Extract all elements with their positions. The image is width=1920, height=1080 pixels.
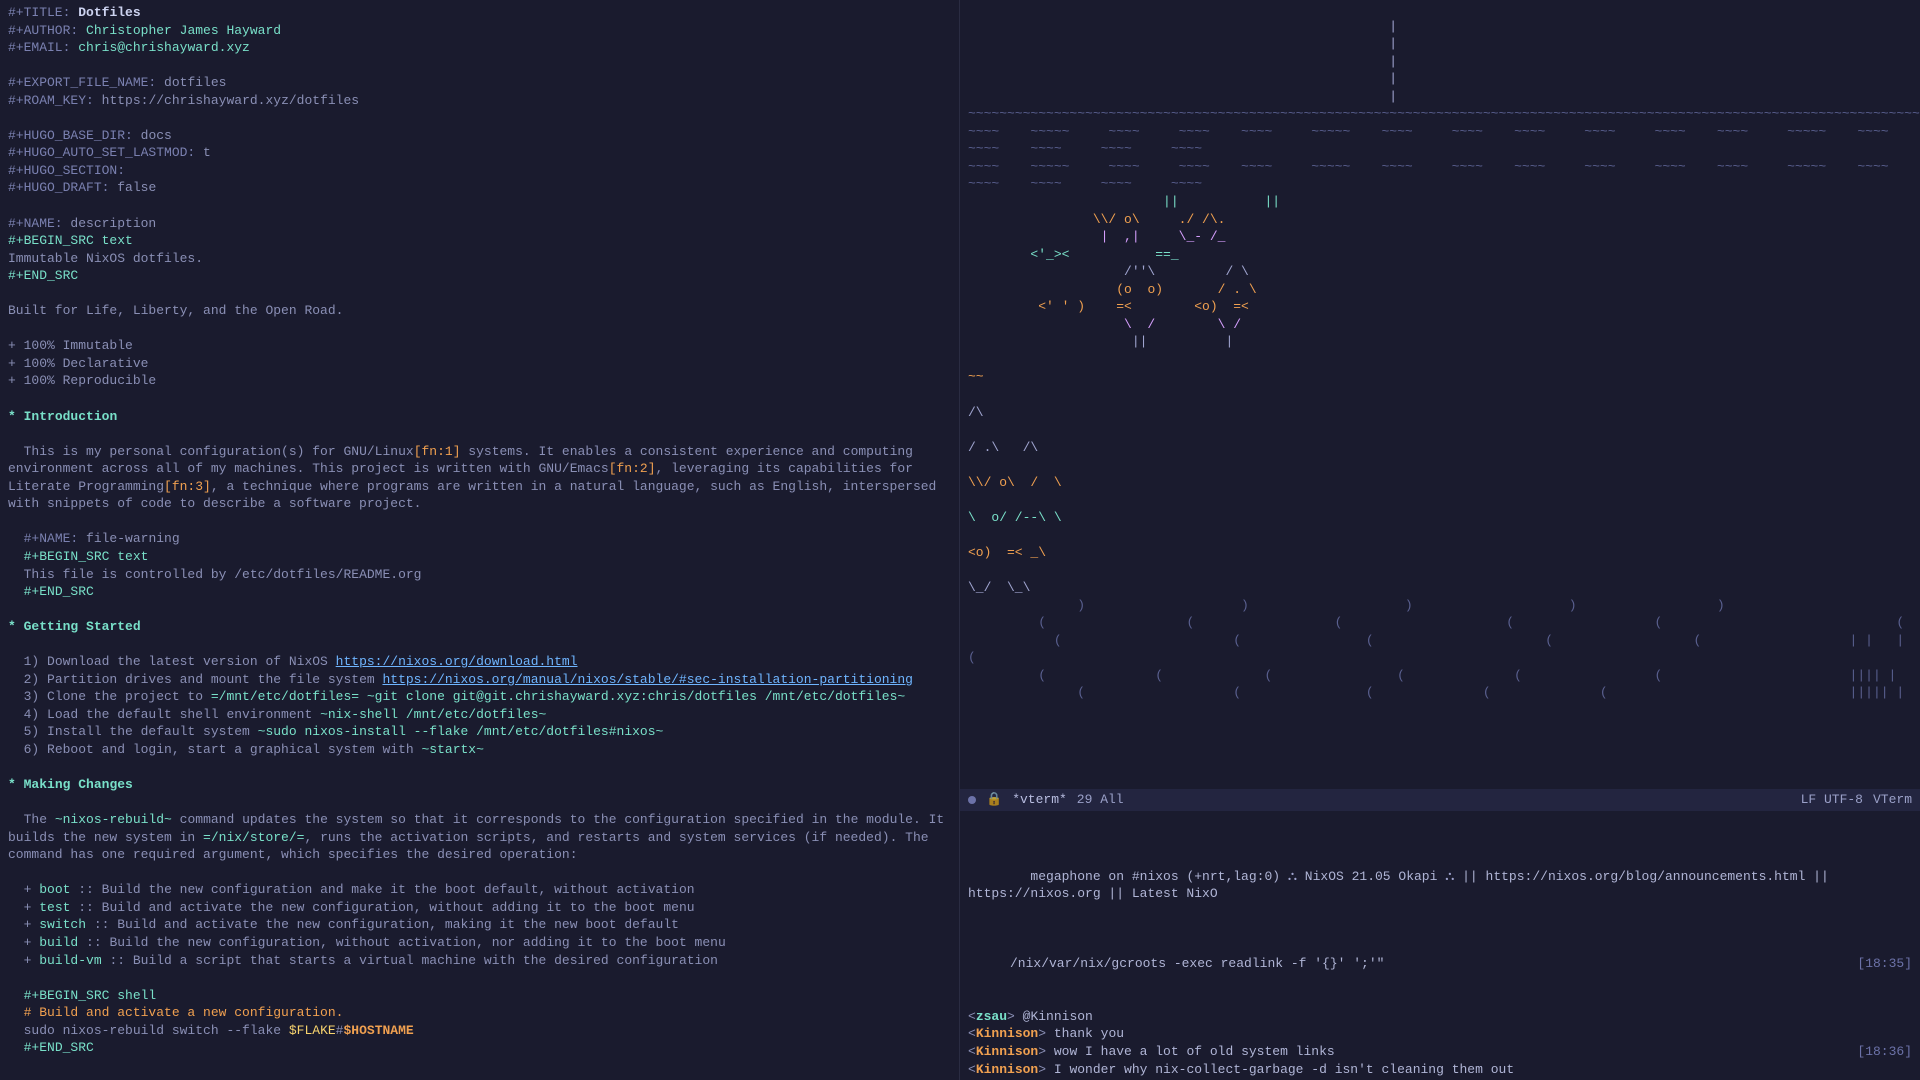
irc-line: [18:36]<Kinnison> wow I have a lot of ol… bbox=[968, 1043, 1912, 1061]
vterm-content: | | | | bbox=[960, 0, 1920, 811]
timestamp: [18:36] bbox=[1857, 1043, 1912, 1061]
irc-buffer[interactable]: megaphone on #nixos (+nrt,lag:0) ⛬ NixOS… bbox=[960, 811, 1920, 1080]
ascii-art: | | | | bbox=[968, 18, 1912, 702]
irc-line: <zsau> @Kinnison bbox=[968, 1008, 1912, 1026]
statusbar-vterm: 🔒 *vterm* 29 All LF UTF-8 VTerm bbox=[960, 789, 1920, 811]
org-buffer[interactable]: #+TITLE: Dotfiles #+AUTHOR: Christopher … bbox=[0, 0, 960, 1080]
irc-line: <Kinnison> thank you bbox=[968, 1025, 1912, 1043]
irc-line: <Kinnison> I wonder why nix-collect-garb… bbox=[968, 1061, 1912, 1079]
org-content: #+TITLE: Dotfiles #+AUTHOR: Christopher … bbox=[8, 4, 951, 1080]
vterm-buffer[interactable]: | | | | bbox=[960, 0, 1920, 811]
irc-nick: Kinnison bbox=[976, 1044, 1038, 1059]
lock-icon: 🔒 bbox=[986, 791, 1002, 809]
status-dot-icon bbox=[968, 796, 976, 804]
irc-nick: zsau bbox=[976, 1009, 1007, 1024]
irc-nick: Kinnison bbox=[976, 1026, 1038, 1041]
irc-content: megaphone on #nixos (+nrt,lag:0) ⛬ NixOS… bbox=[960, 811, 1920, 1080]
org-text: #+TITLE: Dotfiles #+AUTHOR: Christopher … bbox=[8, 4, 951, 1057]
buffer-name: *vterm* bbox=[1012, 791, 1067, 809]
timestamp: [18:35] bbox=[1857, 955, 1912, 973]
irc-nick: Kinnison bbox=[976, 1062, 1038, 1077]
buffer-position: 29 All bbox=[1077, 791, 1124, 809]
encoding: LF UTF-8 bbox=[1801, 791, 1863, 809]
major-mode: VTerm bbox=[1873, 791, 1912, 809]
irc-topic: megaphone on #nixos (+nrt,lag:0) ⛬ NixOS… bbox=[968, 850, 1912, 920]
